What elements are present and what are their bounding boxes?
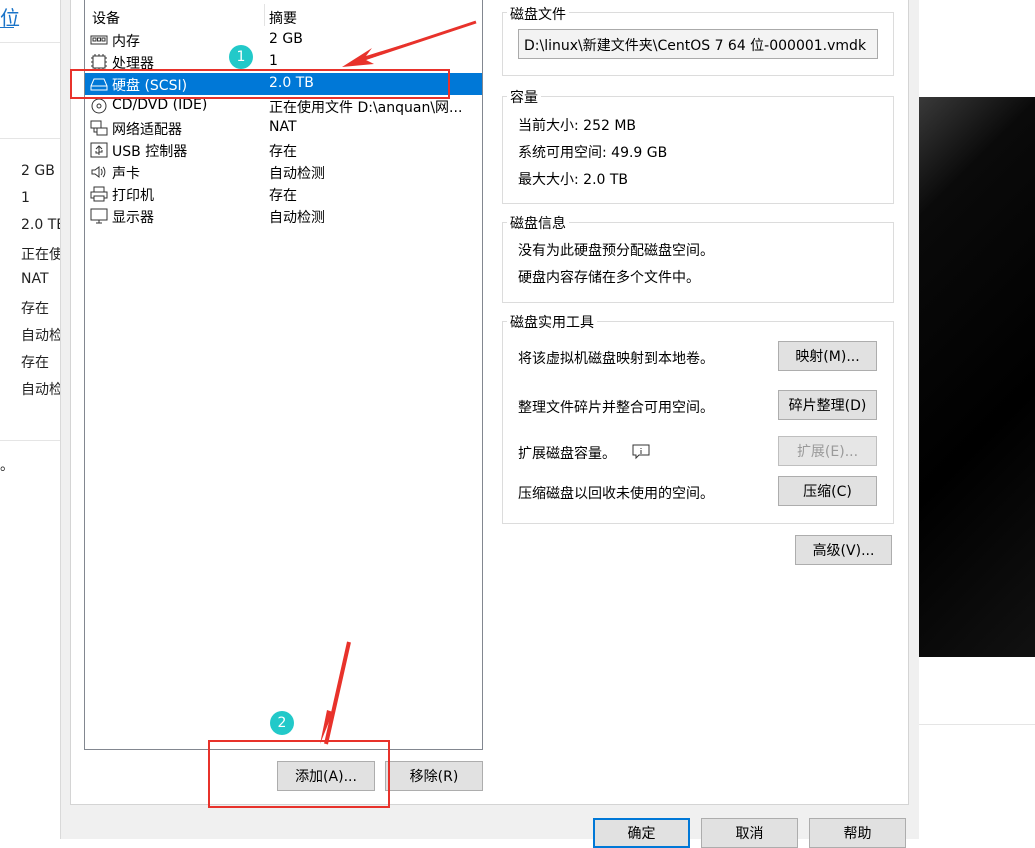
annotation-arrows <box>320 20 477 745</box>
